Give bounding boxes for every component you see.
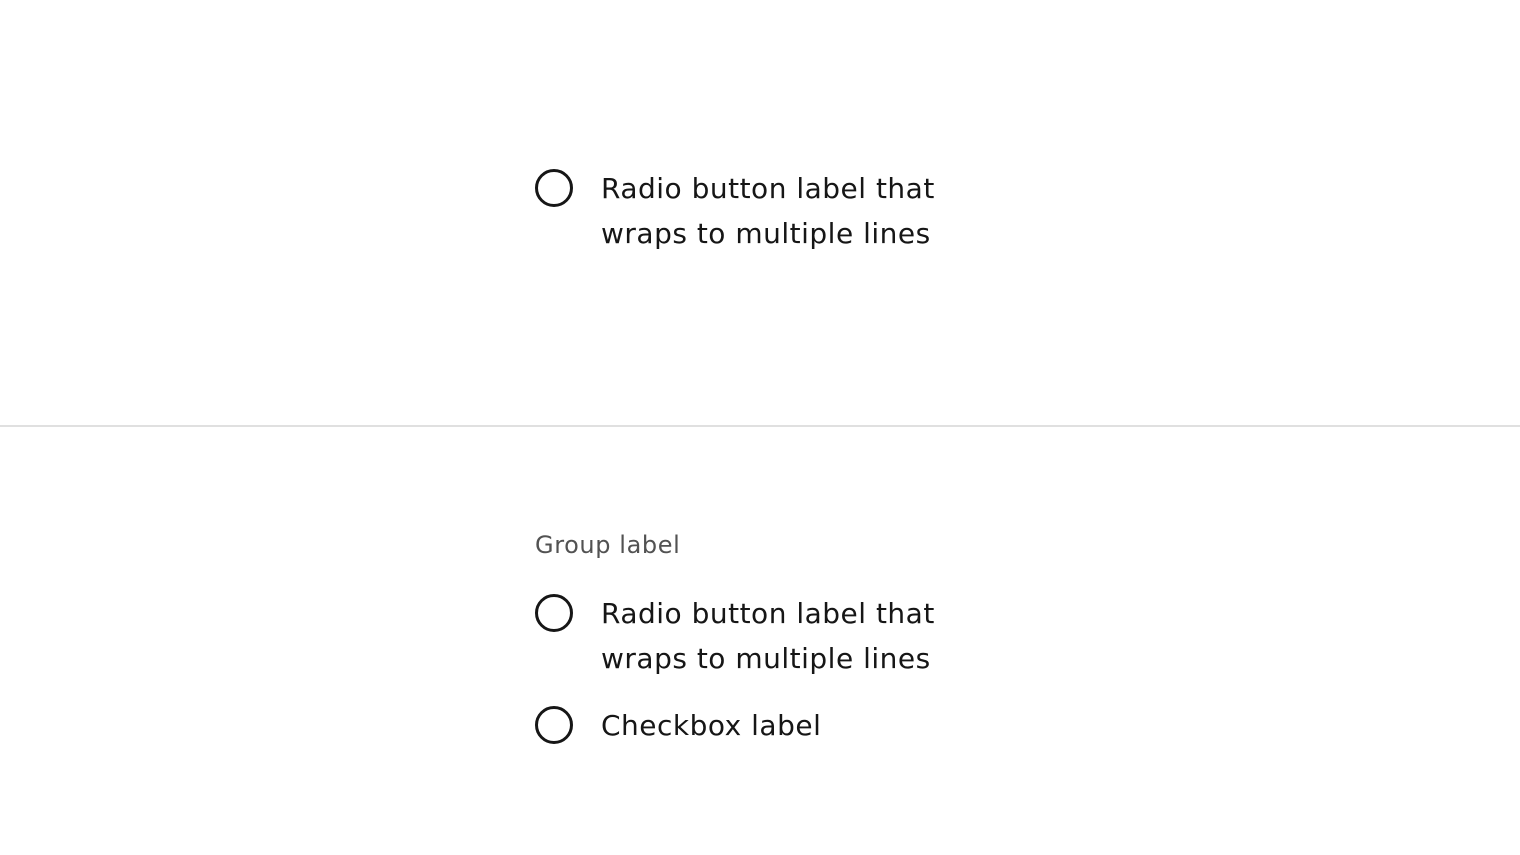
radio-button-wrapping-grouped[interactable]: Radio button label that wraps to multipl… [535,594,1021,681]
radio-button-checkbox-label[interactable]: Checkbox label [535,706,1021,748]
group-label: Group label [535,531,681,559]
radio-label-line-1: Radio button label that [601,597,935,630]
radio-label-line-1: Radio button label that [601,172,935,205]
radio-button-label: Checkbox label [601,703,1021,748]
radio-button-wrapping[interactable]: Radio button label that wraps to multipl… [535,169,1021,256]
top-example-section: Radio button label that wraps to multipl… [0,0,1520,425]
radio-button-label: Radio button label that wraps to multipl… [601,166,1021,256]
radio-label-text: Checkbox label [601,709,822,742]
radio-unselected-icon[interactable] [535,594,573,632]
group-example-section: Group label Radio button label that wrap… [0,427,1520,855]
radio-unselected-icon[interactable] [535,169,573,207]
radio-label-line-2: wraps to multiple lines [601,217,931,250]
radio-unselected-icon[interactable] [535,706,573,744]
radio-label-line-2: wraps to multiple lines [601,642,931,675]
radio-button-label: Radio button label that wraps to multipl… [601,591,1021,681]
